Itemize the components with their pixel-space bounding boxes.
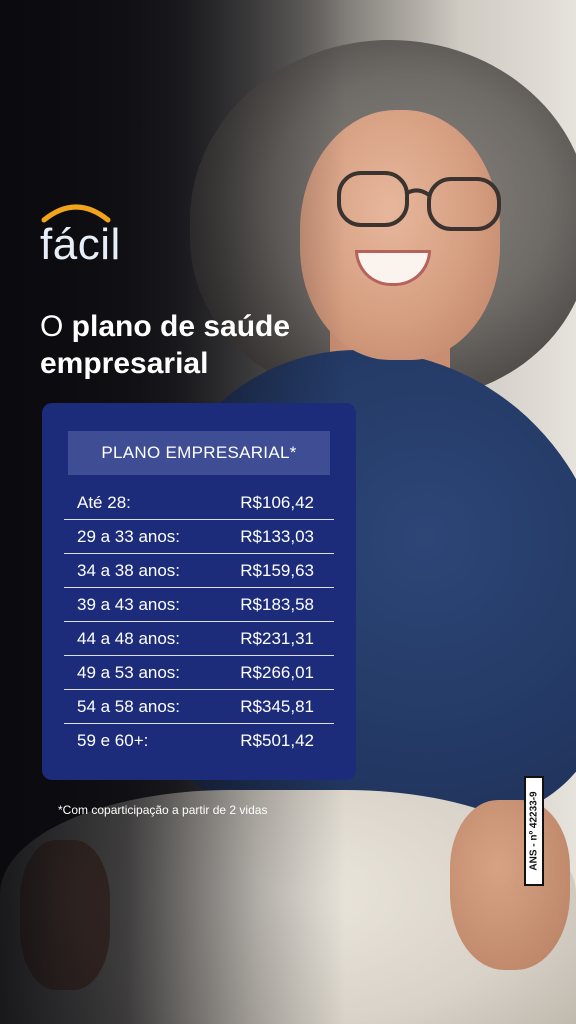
- table-row: 54 a 58 anos: R$345,81: [64, 690, 334, 724]
- row-label: 39 a 43 anos:: [77, 594, 181, 614]
- table-row: 29 a 33 anos: R$133,03: [64, 520, 334, 554]
- table-row: 59 e 60+: R$501,42: [64, 724, 334, 757]
- table-row: 44 a 48 anos: R$231,31: [64, 622, 334, 656]
- headline-bold-2: empresarial: [40, 347, 209, 380]
- footnote: *Com coparticipação a partir de 2 vidas: [58, 803, 268, 817]
- row-label: 59 e 60+:: [77, 730, 149, 750]
- row-label: 34 a 38 anos:: [77, 560, 181, 580]
- headline-bold-1: plano de saúde: [71, 310, 291, 343]
- pricing-card-header: PLANO EMPRESARIAL*: [68, 431, 330, 475]
- headline-prefix: O: [40, 310, 72, 343]
- row-price: R$231,31: [240, 628, 314, 648]
- table-row: 34 a 38 anos: R$159,63: [64, 554, 334, 588]
- ans-label: ANS - nº 42233-9: [528, 791, 540, 871]
- row-price: R$501,42: [240, 730, 314, 750]
- brand-logo: fácil: [40, 200, 120, 280]
- row-price: R$106,42: [240, 492, 314, 512]
- row-price: R$266,01: [240, 662, 314, 682]
- row-label: Até 28:: [77, 492, 131, 512]
- table-row: 49 a 53 anos: R$266,01: [64, 656, 334, 690]
- pricing-card: PLANO EMPRESARIAL* Até 28: R$106,42 29 a…: [42, 403, 356, 780]
- row-label: 54 a 58 anos:: [77, 696, 181, 716]
- row-price: R$345,81: [240, 696, 314, 716]
- row-price: R$183,58: [240, 594, 314, 614]
- row-label: 44 a 48 anos:: [77, 628, 181, 648]
- row-price: R$159,63: [240, 560, 314, 580]
- table-row: Até 28: R$106,42: [64, 486, 334, 520]
- row-label: 29 a 33 anos:: [77, 526, 181, 546]
- headline: O plano de saúde empresarial: [40, 308, 360, 382]
- row-price: R$133,03: [240, 526, 314, 546]
- logo-text: fácil: [40, 220, 121, 269]
- row-label: 49 a 53 anos:: [77, 662, 181, 682]
- pricing-table: Até 28: R$106,42 29 a 33 anos: R$133,03 …: [64, 486, 334, 757]
- ans-badge: ANS - nº 42233-9: [524, 776, 544, 886]
- table-row: 39 a 43 anos: R$183,58: [64, 588, 334, 622]
